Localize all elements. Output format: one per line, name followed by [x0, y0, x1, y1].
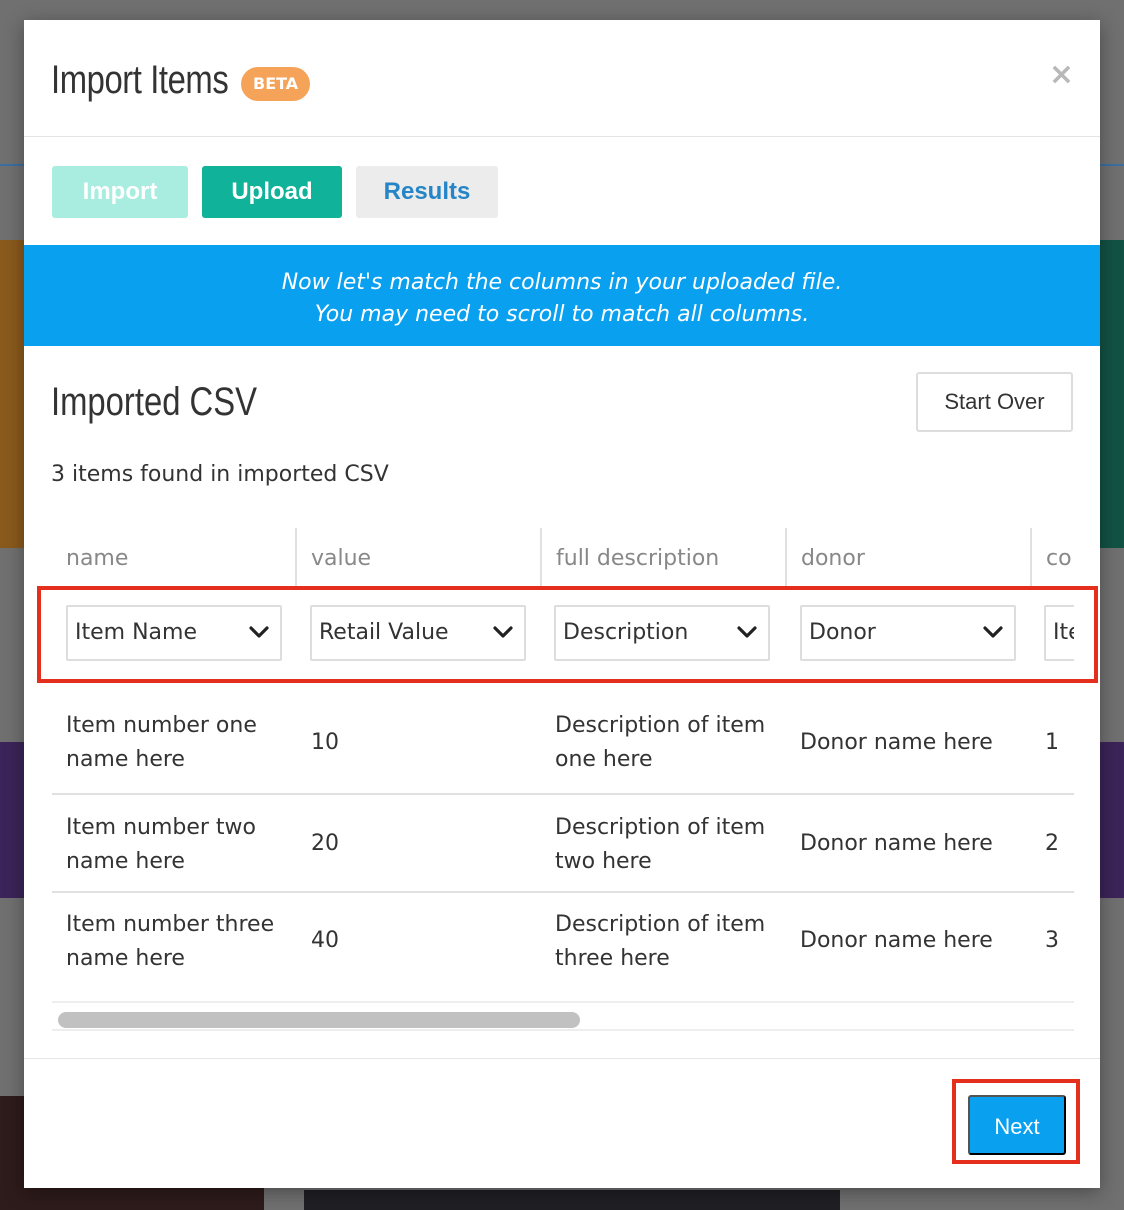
modal-footer [24, 1058, 1100, 1188]
cell-description: Description of item two here [555, 815, 766, 874]
cell-extra: 1 [1045, 730, 1059, 755]
column-header-donor: donor [801, 546, 865, 571]
select-value: Retail Value [319, 620, 449, 645]
import-steps-tabs: Import Upload Results [52, 166, 498, 218]
scrollbar-thumb[interactable] [58, 1012, 580, 1028]
tab-results[interactable]: Results [356, 166, 498, 218]
cell-extra: 3 [1045, 928, 1059, 953]
cell-value: 10 [311, 730, 339, 755]
cell-name: Item number three name here [66, 912, 275, 971]
instruction-banner: Now let's match the columns in your uplo… [24, 245, 1100, 346]
background-panel [1100, 742, 1124, 898]
cell-extra: 2 [1045, 831, 1059, 856]
column-header-description: full description [556, 546, 720, 571]
column-mapping-select-donor[interactable]: Donor [800, 605, 1016, 661]
modal-header: Import Items BETA × [24, 20, 1100, 137]
table-row: Item number one name here 10 Description… [52, 696, 1074, 795]
banner-line-2: You may need to scroll to match all colu… [314, 302, 810, 327]
section-title: Imported CSV [51, 380, 257, 424]
banner-line-1: Now let's match the columns in your uplo… [281, 270, 843, 295]
tab-upload[interactable]: Upload [202, 166, 342, 218]
beta-badge: BETA [241, 67, 311, 101]
column-mapping-select-value[interactable]: Retail Value [310, 605, 526, 661]
chevron-down-icon [737, 626, 757, 638]
cell-donor: Donor name here [800, 928, 993, 953]
column-header-name: name [66, 546, 129, 571]
cell-name: Item number two name here [66, 815, 257, 874]
background-panel [1100, 240, 1124, 548]
horizontal-scrollbar[interactable] [52, 1001, 1074, 1031]
next-button[interactable]: Next [968, 1095, 1066, 1155]
select-value: Ite [1053, 620, 1074, 645]
import-items-modal: Import Items BETA × Import Upload Result… [24, 20, 1100, 1188]
column-mapping-select-description[interactable]: Description [554, 605, 770, 661]
cell-donor: Donor name here [800, 730, 993, 755]
select-value: Description [563, 620, 689, 645]
chevron-down-icon [983, 626, 1003, 638]
table-row: Item number three name here 40 Descripti… [52, 893, 1074, 989]
tab-import[interactable]: Import [52, 166, 188, 218]
cell-value: 20 [311, 831, 339, 856]
cell-description: Description of item one here [555, 713, 766, 772]
column-header-value: value [311, 546, 372, 571]
table-row: Item number two name here 20 Description… [52, 795, 1074, 893]
background-panel [0, 240, 24, 548]
background-image [304, 1190, 840, 1210]
cell-value: 40 [311, 928, 339, 953]
column-mapping-select-next[interactable]: Ite [1044, 605, 1074, 661]
cell-description: Description of item three here [555, 912, 766, 971]
chevron-down-icon [249, 626, 269, 638]
background-panel [0, 742, 24, 898]
select-value: Item Name [75, 620, 197, 645]
select-value: Donor [809, 620, 876, 645]
start-over-button[interactable]: Start Over [916, 372, 1073, 432]
items-count-text: 3 items found in imported CSV [51, 462, 389, 487]
close-icon[interactable]: × [1049, 60, 1074, 90]
column-mapping-select-name[interactable]: Item Name [66, 605, 282, 661]
csv-mapping-table[interactable]: name value full description donor co Ite… [52, 528, 1074, 1012]
cell-donor: Donor name here [800, 831, 993, 856]
modal-title: Import Items [51, 58, 229, 102]
column-header-next: co [1046, 546, 1072, 571]
cell-name: Item number one name here [66, 713, 257, 772]
chevron-down-icon [493, 626, 513, 638]
